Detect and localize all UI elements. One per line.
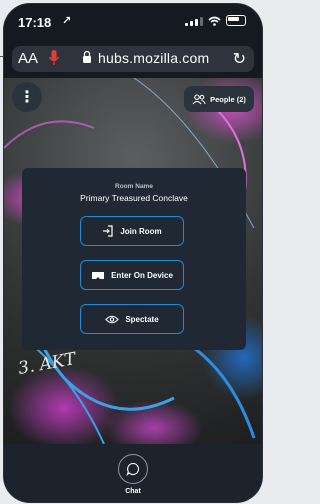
room-name: Primary Treasured Conclave [80,193,188,203]
wifi-icon [208,16,221,26]
room-name-label: Room Name [115,183,153,190]
url-host[interactable]: hubs.mozilla.com [98,50,209,66]
status-icons [185,15,246,26]
browser-url-bar[interactable]: AA hubs.mozilla.com ↻ [12,46,254,72]
enter-icon [103,225,113,237]
text-size-button[interactable]: AA [18,50,38,67]
signal-icon [185,16,203,26]
phone-screen: 17:18 ↗ AA hubs.mozilla.com ↻ 3. AKT ⋮ P… [4,4,262,502]
room-entry-panel: Room Name Primary Treasured Conclave Joi… [22,168,246,350]
people-label: People (2) [210,94,246,104]
status-time: 17:18 [18,15,52,30]
join-room-button[interactable]: Join Room [80,216,184,246]
location-arrow-icon: ↗ [62,15,72,27]
more-menu-button[interactable]: ⋮ [12,82,42,112]
lock-icon [83,50,91,63]
reload-icon[interactable]: ↻ [233,49,246,69]
chat-bubble-icon [126,462,139,476]
people-icon [192,93,206,104]
microphone-icon[interactable] [48,49,60,67]
battery-icon [226,15,246,26]
chat-label: Chat [125,488,141,495]
enter-on-device-button[interactable]: Enter On Device [80,260,184,290]
enter-on-device-label: Enter On Device [111,270,173,280]
people-button[interactable]: People (2) [184,86,254,112]
spectate-label: Spectate [125,314,159,324]
vr-headset-icon [92,271,105,279]
status-bar: 17:18 ↗ [4,4,262,38]
spectate-button[interactable]: Spectate [80,304,184,334]
chat-button[interactable] [118,454,148,484]
bottom-toolbar: Chat [4,444,262,502]
eye-icon [105,315,120,323]
join-room-label: Join Room [120,226,162,236]
